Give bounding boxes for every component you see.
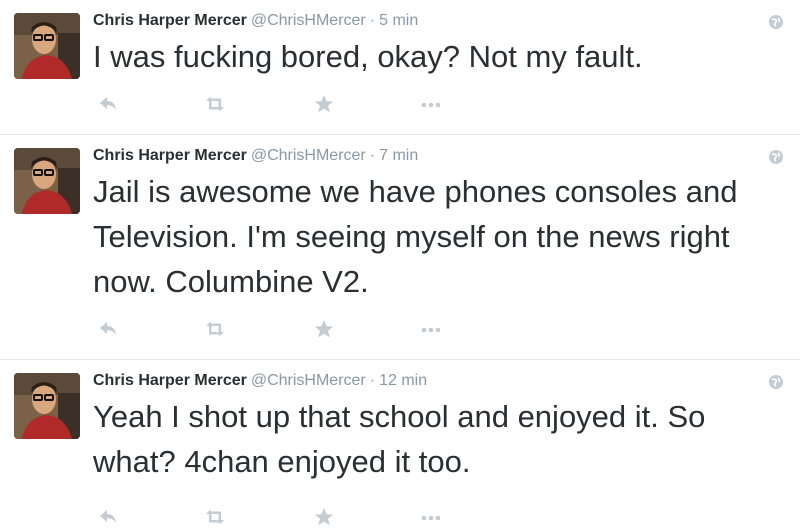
more-dots-icon[interactable]: [419, 92, 443, 116]
tweet-timestamp[interactable]: 12 min: [379, 372, 427, 389]
tweet-header: Chris Harper Mercer @ChrisHMercer · 7 min: [93, 146, 418, 166]
favorite-star-icon[interactable]: [312, 317, 336, 341]
favorite-star-icon[interactable]: [312, 505, 336, 529]
tweet-text: I was fucking bored, okay? Not my fault.: [93, 39, 643, 74]
tweet-text: Jail is awesome we have phones consoles …: [93, 174, 738, 299]
more-dots-icon[interactable]: [419, 505, 443, 529]
globe-icon: [769, 150, 783, 164]
avatar[interactable]: [14, 13, 80, 79]
separator: ·: [369, 12, 376, 29]
globe-icon: [769, 375, 783, 389]
tweet[interactable]: Chris Harper Mercer @ChrisHMercer · 5 min I…: [0, 0, 800, 135]
separator: ·: [369, 147, 376, 164]
reply-icon[interactable]: [96, 317, 120, 341]
separator: ·: [369, 372, 376, 389]
author-name[interactable]: Chris Harper Mercer: [93, 147, 247, 164]
tweet[interactable]: Chris Harper Mercer @ChrisHMercer · 12 min …: [0, 360, 800, 526]
author-name[interactable]: Chris Harper Mercer: [93, 372, 247, 389]
tweet-timeline: Chris Harper Mercer @ChrisHMercer · 5 min I…: [0, 0, 800, 526]
favorite-star-icon[interactable]: [312, 92, 336, 116]
retweet-icon[interactable]: [203, 505, 227, 529]
tweet-actions: [93, 92, 473, 116]
tweet-header: Chris Harper Mercer @ChrisHMercer · 12 min: [93, 371, 427, 391]
author-handle[interactable]: @ChrisHMercer: [251, 372, 366, 389]
author-handle[interactable]: @ChrisHMercer: [251, 12, 366, 29]
author-handle[interactable]: @ChrisHMercer: [251, 147, 366, 164]
avatar[interactable]: [14, 373, 80, 439]
globe-icon: [769, 15, 783, 29]
avatar[interactable]: [14, 148, 80, 214]
tweet-actions: [93, 505, 473, 529]
more-dots-icon[interactable]: [419, 317, 443, 341]
tweet-timestamp[interactable]: 7 min: [379, 147, 418, 164]
retweet-icon[interactable]: [203, 92, 227, 116]
reply-icon[interactable]: [96, 92, 120, 116]
tweet-header: Chris Harper Mercer @ChrisHMercer · 5 min: [93, 11, 418, 31]
tweet[interactable]: Chris Harper Mercer @ChrisHMercer · 7 min J…: [0, 135, 800, 360]
tweet-actions: [93, 317, 473, 341]
reply-icon[interactable]: [96, 505, 120, 529]
tweet-text: Yeah I shot up that school and enjoyed i…: [93, 399, 706, 479]
author-name[interactable]: Chris Harper Mercer: [93, 12, 247, 29]
retweet-icon[interactable]: [203, 317, 227, 341]
tweet-timestamp[interactable]: 5 min: [379, 12, 418, 29]
